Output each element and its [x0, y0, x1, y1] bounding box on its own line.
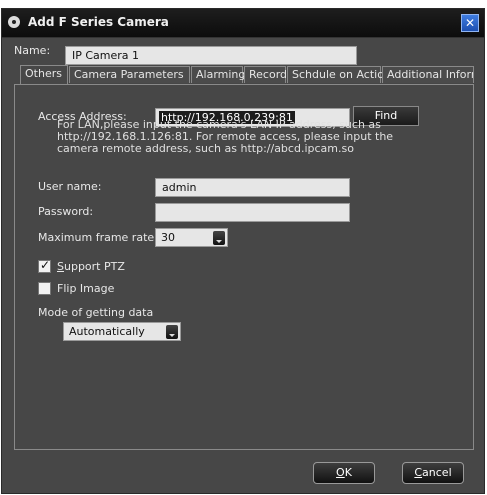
address-hint: For LAN,please input the camera's LAN IP…	[57, 118, 394, 155]
flip-image-label: Flip Image	[57, 282, 115, 295]
support-ptz-label: Support PTZ	[57, 260, 125, 273]
frame-rate-value: 30	[161, 231, 175, 244]
mode-select[interactable]: Automatically	[63, 322, 181, 341]
dropdown-arrow-icon	[213, 231, 225, 245]
cancel-button[interactable]: Cancel	[402, 462, 464, 484]
tab-additional-information[interactable]: Additional Information	[382, 66, 474, 83]
support-ptz-checkbox[interactable]: ✓	[38, 258, 51, 273]
tab-record[interactable]: Record	[244, 66, 287, 83]
name-input[interactable]: IP Camera 1	[65, 46, 357, 65]
frame-rate-label: Maximum frame rate:	[38, 231, 158, 244]
tab-schedule-on-action[interactable]: Schdule on Action	[287, 66, 391, 83]
frame-rate-select[interactable]: 30	[155, 228, 228, 247]
dialog-title: Add F Series Camera	[28, 15, 169, 29]
flip-image-checkbox[interactable]	[38, 282, 51, 295]
mode-label: Mode of getting data	[38, 306, 154, 319]
mode-value: Automatically	[69, 325, 145, 338]
dropdown-arrow-icon	[166, 325, 178, 339]
checkmark-icon: ✓	[40, 258, 51, 272]
close-button[interactable]: ✕	[461, 14, 479, 32]
tab-camera-parameters[interactable]: Camera Parameters	[69, 66, 190, 83]
app-icon	[8, 16, 20, 28]
title-bar: Add F Series Camera ✕	[2, 9, 484, 38]
close-icon: ✕	[464, 16, 476, 30]
password-input[interactable]	[155, 203, 350, 222]
tab-others[interactable]: Others	[20, 65, 68, 84]
ok-button[interactable]: OK	[313, 462, 375, 484]
username-input[interactable]: admin	[155, 178, 350, 197]
password-label: Password:	[38, 205, 94, 218]
tab-alarming[interactable]: Alarming	[191, 66, 245, 83]
name-label: Name:	[14, 44, 51, 57]
username-label: User name:	[38, 180, 102, 193]
